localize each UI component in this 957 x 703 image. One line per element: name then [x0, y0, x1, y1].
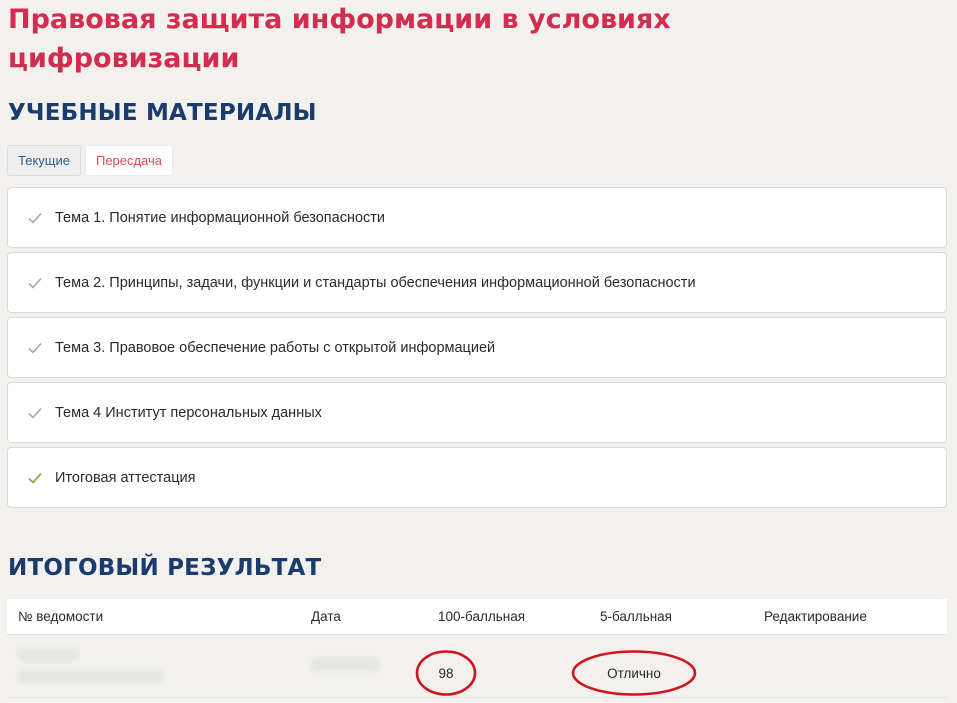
check-icon — [28, 212, 42, 224]
score-100-value: 98 — [438, 665, 454, 681]
topic-label: Тема 2. Принципы, задачи, функции и стан… — [55, 274, 696, 291]
course-title: Правовая защита информации в условиях ци… — [8, 4, 671, 74]
row-divider — [7, 697, 947, 698]
topic-item-4[interactable]: Тема 4 Институт персональных данных — [7, 382, 947, 443]
results-table: № ведомости Дата 100-балльная 5-балльная… — [7, 599, 947, 699]
topic-label: Тема 4 Институт персональных данных — [55, 404, 322, 421]
tab-current[interactable]: Текущие — [7, 145, 81, 176]
topic-item-1[interactable]: Тема 1. Понятие информационной безопасно… — [7, 187, 947, 248]
column-header-score-5: 5-балльная — [600, 609, 672, 624]
materials-heading: УЧЕБНЫЕ МАТЕРИАЛЫ — [8, 100, 317, 126]
redacted-statement-name: ▒▒▒▒▒▒▒▒▒▒▒▒▒▒▒▒▒ — [18, 669, 163, 683]
topic-list: Тема 1. Понятие информационной безопасно… — [7, 187, 947, 512]
column-header-editing: Редактирование — [764, 609, 867, 624]
topic-item-3[interactable]: Тема 3. Правовое обеспечение работы с от… — [7, 317, 947, 378]
table-row: ▒▒▒▒▒▒▒ ▒▒▒▒▒▒▒▒▒▒▒▒▒▒▒▒▒ ▒▒▒▒▒▒▒▒ 98 От… — [7, 635, 947, 699]
topic-item-2[interactable]: Тема 2. Принципы, задачи, функции и стан… — [7, 252, 947, 313]
results-heading: ИТОГОВЫЙ РЕЗУЛЬТАТ — [8, 555, 322, 581]
topic-label: Тема 3. Правовое обеспечение работы с от… — [55, 339, 496, 356]
check-icon — [28, 407, 42, 419]
course-page: Правовая защита информации в условиях ци… — [0, 0, 957, 703]
redacted-date: ▒▒▒▒▒▒▒▒ — [311, 657, 380, 671]
topic-label: Итоговая аттестация — [55, 469, 196, 486]
score-100-cell: 98 — [415, 649, 477, 697]
topic-item-final-assessment[interactable]: Итоговая аттестация — [7, 447, 947, 508]
table-header: № ведомости Дата 100-балльная 5-балльная… — [7, 599, 947, 635]
check-icon — [28, 472, 42, 484]
topic-label: Тема 1. Понятие информационной безопасно… — [55, 209, 386, 226]
redacted-statement-number: ▒▒▒▒▒▒▒ — [18, 647, 78, 661]
score-5-value: Отлично — [607, 665, 661, 681]
check-icon — [28, 342, 42, 354]
column-header-score-100: 100-балльная — [438, 609, 526, 624]
score-5-cell: Отлично — [571, 649, 697, 697]
check-icon — [28, 277, 42, 289]
materials-tabs: Текущие Пересдача — [7, 145, 174, 176]
tab-retake[interactable]: Пересдача — [84, 145, 174, 176]
column-header-date: Дата — [311, 609, 341, 624]
column-header-statement-no: № ведомости — [18, 609, 104, 624]
